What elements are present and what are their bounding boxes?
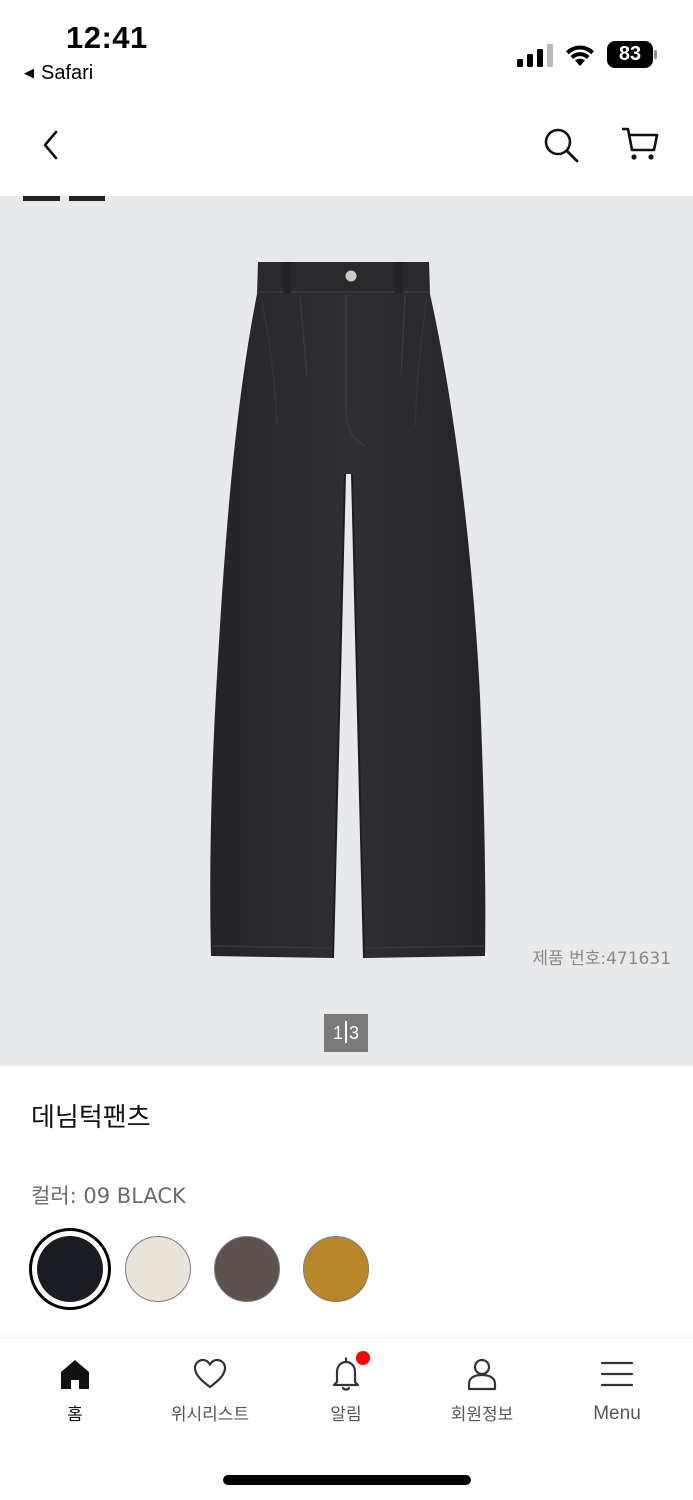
- tab-menu-label: Menu: [593, 1403, 641, 1424]
- product-name: 데님턱팬츠: [31, 1103, 151, 1133]
- product-image-gallery[interactable]: 제품 번호:471631 13: [0, 196, 693, 1066]
- swatch-fill: [37, 1236, 103, 1302]
- tab-notifications-label: 알림: [330, 1405, 362, 1425]
- pager-total: 3: [349, 1023, 360, 1043]
- denim-pants-image: [210, 262, 486, 959]
- battery-level: 83: [607, 41, 653, 68]
- cart-icon[interactable]: [620, 124, 660, 164]
- product-number: 제품 번호:471631: [532, 949, 671, 969]
- user-icon: [467, 1358, 497, 1391]
- swatch-fill: [125, 1236, 191, 1302]
- color-swatch-mustard[interactable]: [295, 1228, 377, 1310]
- color-swatch-black[interactable]: [29, 1228, 111, 1310]
- tab-wishlist[interactable]: 위시리스트: [142, 1338, 278, 1438]
- badge-fragment: [23, 196, 60, 201]
- heart-icon: [193, 1358, 227, 1389]
- home-indicator[interactable]: [223, 1475, 471, 1485]
- status-bar: 12:41 ◀ Safari 83: [0, 0, 693, 100]
- tab-home[interactable]: 홈: [7, 1338, 143, 1438]
- tab-home-label: 홈: [67, 1405, 83, 1425]
- swatch-fill: [214, 1236, 280, 1302]
- chevron-left-icon[interactable]: [38, 128, 66, 162]
- color-swatch-offwhite[interactable]: [117, 1228, 199, 1310]
- top-nav-bar: [0, 110, 693, 196]
- tab-member-info[interactable]: 회원정보: [414, 1338, 550, 1438]
- status-time: 12:41: [66, 20, 148, 55]
- search-icon[interactable]: [542, 126, 580, 164]
- swatch-fill: [303, 1236, 369, 1302]
- badge-fragment: [69, 196, 105, 201]
- selected-color-label: 컬러: 09 BLACK: [31, 1184, 186, 1208]
- tab-member-info-label: 회원정보: [450, 1405, 514, 1425]
- pager-current: 1: [332, 1023, 343, 1043]
- tab-wishlist-label: 위시리스트: [170, 1405, 250, 1425]
- tab-menu[interactable]: Menu: [549, 1338, 685, 1438]
- home-icon: [61, 1360, 89, 1389]
- notification-dot: [356, 1351, 370, 1365]
- cellular-signal-icon: [517, 43, 553, 67]
- back-app-label: Safari: [41, 62, 94, 84]
- color-swatch-brown[interactable]: [206, 1228, 288, 1310]
- battery-icon: 83: [607, 41, 657, 68]
- gallery-pager: 13: [324, 1014, 368, 1052]
- back-triangle-icon: ◀: [24, 65, 34, 80]
- wifi-icon: [566, 45, 594, 66]
- tab-notifications[interactable]: 알림: [278, 1338, 414, 1438]
- back-to-safari-link[interactable]: ◀ Safari: [24, 62, 93, 85]
- hamburger-menu-icon: [600, 1361, 634, 1387]
